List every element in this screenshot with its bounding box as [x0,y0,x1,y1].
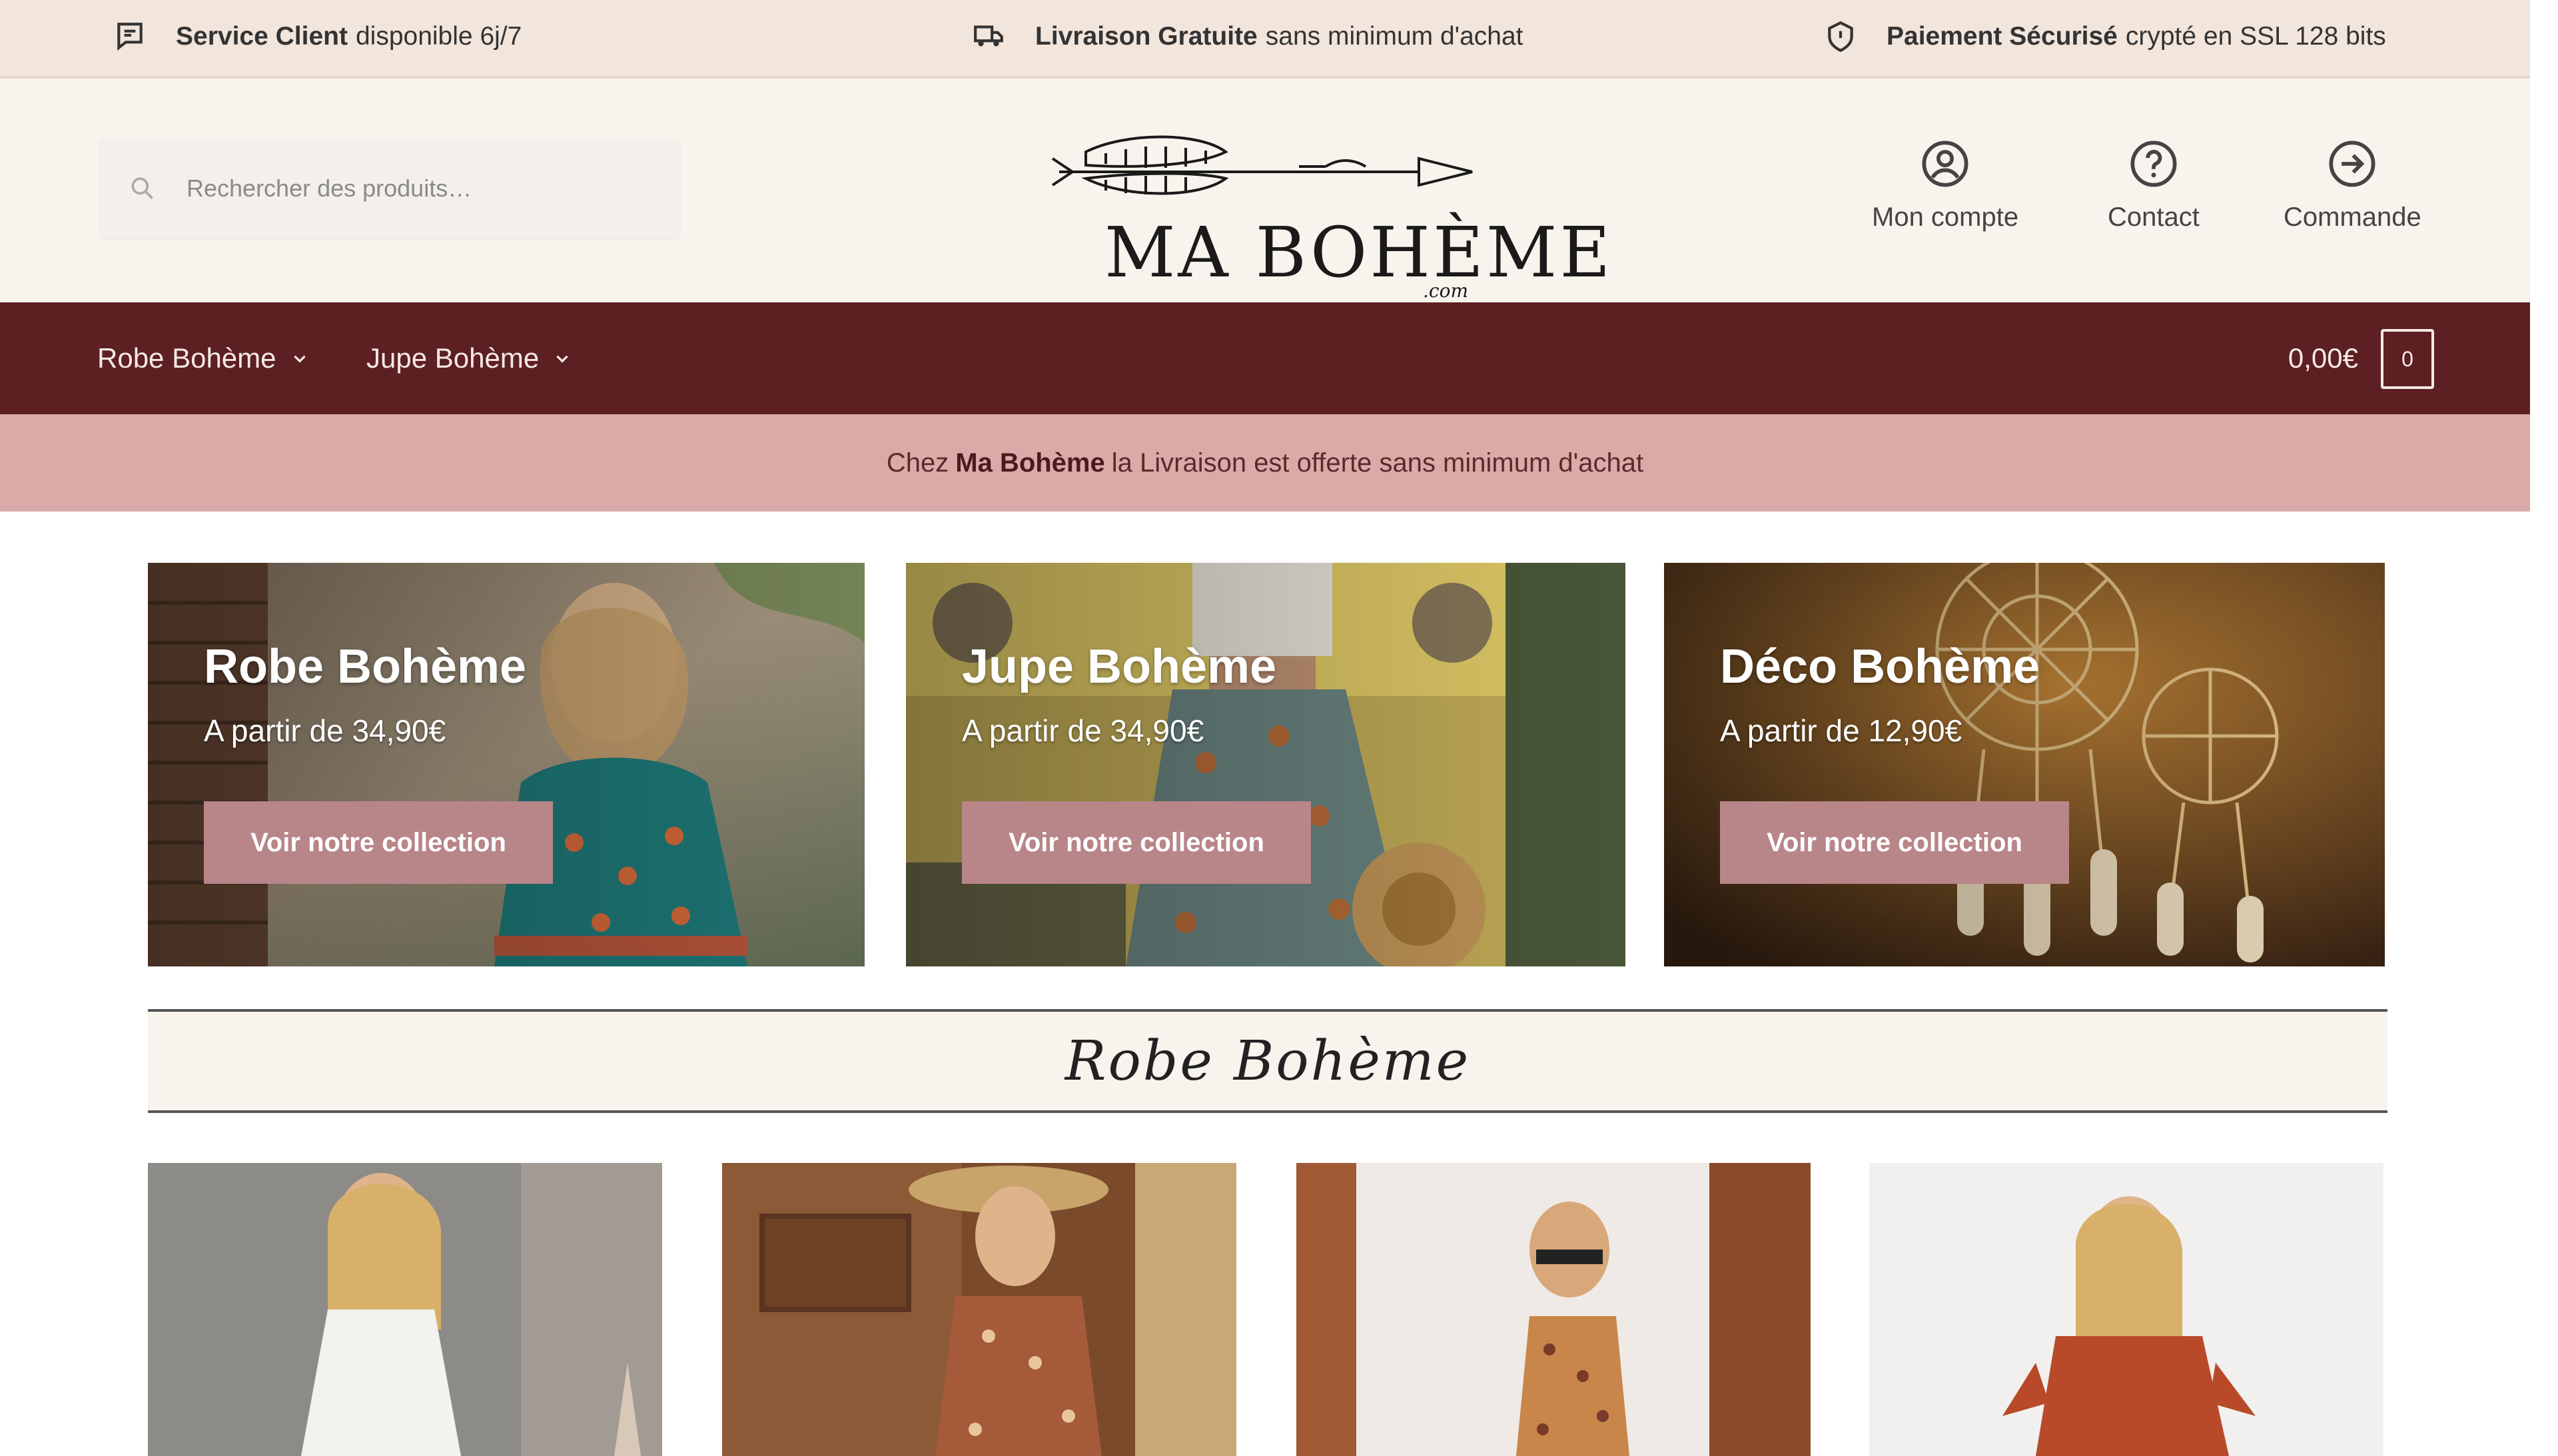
site-logo[interactable]: MA BOHÈME .com [1046,105,1610,302]
account-link[interactable]: Mon compte [1872,139,2018,232]
paiement-text: crypté en SSL 128 bits [2125,22,2386,51]
product-card[interactable] [148,1163,662,1456]
livraison-text: sans minimum d'achat [1265,22,1523,51]
banner-title: Déco Bohème [1720,640,2040,693]
search-box[interactable] [100,140,679,237]
banner-overlay [906,563,1625,966]
nav-item-jupe-boheme[interactable]: Jupe Bohème [366,302,571,414]
nav-item-label: Robe Bohème [97,342,276,374]
livraison-bold: Livraison Gratuite [1035,22,1258,51]
banner-overlay [1664,563,2385,966]
product-card[interactable] [1869,1163,2383,1456]
logo-domain: .com [1423,280,1468,302]
arrow-right-icon [2329,141,2375,187]
cart-icon[interactable]: 0 [2381,329,2434,389]
logo-wordmark: MA BOHÈME [1104,212,1613,293]
nav-item-label: Jupe Bohème [366,342,540,374]
banner-robe-boheme[interactable]: Robe Bohème A partir de 34,90€ Voir notr… [148,563,865,966]
livraison-info: Livraison Gratuite sans minimum d'achat [973,0,1523,73]
product-image[interactable] [1869,1163,2383,1456]
user-icon [1922,141,1968,187]
product-image[interactable] [148,1163,662,1456]
product-card[interactable] [722,1163,1236,1456]
cart-total[interactable]: 0,00€ [2288,302,2358,414]
service-client-info: Service Client disponible 6j/7 [113,0,522,73]
promo-suffix: la Livraison est offerte sans minimum d'… [1111,448,1644,478]
search-input[interactable] [185,174,621,203]
site-header: MA BOHÈME .com Mon compte Contact Comman… [0,79,2530,302]
shield-icon [1828,21,1853,53]
banner-title: Robe Bohème [204,640,527,693]
top-info-bar: Service Client disponible 6j/7 Livraison… [0,0,2530,79]
banner-price: A partir de 12,90€ [1720,713,1962,748]
nav-item-robe-boheme[interactable]: Robe Bohème [97,302,308,414]
banner-title: Jupe Bohème [962,640,1277,693]
banner-price: A partir de 34,90€ [962,713,1204,748]
checkout-label: Commande [2284,202,2421,232]
search-icon[interactable] [128,174,157,203]
contact-label: Contact [2108,202,2200,232]
banner-price: A partir de 34,90€ [204,713,446,748]
service-client-text: disponible 6j/7 [355,22,522,51]
product-image[interactable] [722,1163,1236,1456]
chat-icon [117,23,143,51]
truck-icon [974,25,1003,47]
chevron-down-icon [556,355,568,363]
arrow-feather-logo-icon [1051,135,1473,195]
contact-link[interactable]: Contact [2108,139,2200,232]
promo-brand: Ma Bohème [955,448,1105,478]
collection-button-deco[interactable]: Voir notre collection [1720,801,2069,884]
banner-jupe-boheme[interactable]: Jupe Bohème A partir de 34,90€ Voir notr… [906,563,1625,966]
banner-overlay [148,563,865,966]
cart-count: 0 [2401,346,2413,371]
paiement-info: Paiement Sécurisé crypté en SSL 128 bits [1824,0,2386,73]
promo-prefix: Chez [886,448,949,478]
collection-button-robe[interactable]: Voir notre collection [204,801,553,884]
account-label: Mon compte [1872,202,2019,232]
section-title: Robe Bohème [148,1009,2387,1113]
promo-banner: Chez Ma Bohème la Livraison est offerte … [0,414,2530,512]
product-image[interactable] [1296,1163,1811,1456]
banner-deco-boheme[interactable]: Déco Bohème A partir de 12,90€ Voir notr… [1664,563,2385,966]
main-nav: Robe Bohème Jupe Bohème 0,00€ 0 [0,302,2530,414]
chevron-down-icon [293,355,306,363]
checkout-link[interactable]: Commande [2284,139,2421,232]
product-card[interactable] [1296,1163,1811,1456]
help-icon [2130,141,2177,187]
service-client-bold: Service Client [176,22,348,51]
collection-button-jupe[interactable]: Voir notre collection [962,801,1311,884]
paiement-bold: Paiement Sécurisé [1887,22,2118,51]
